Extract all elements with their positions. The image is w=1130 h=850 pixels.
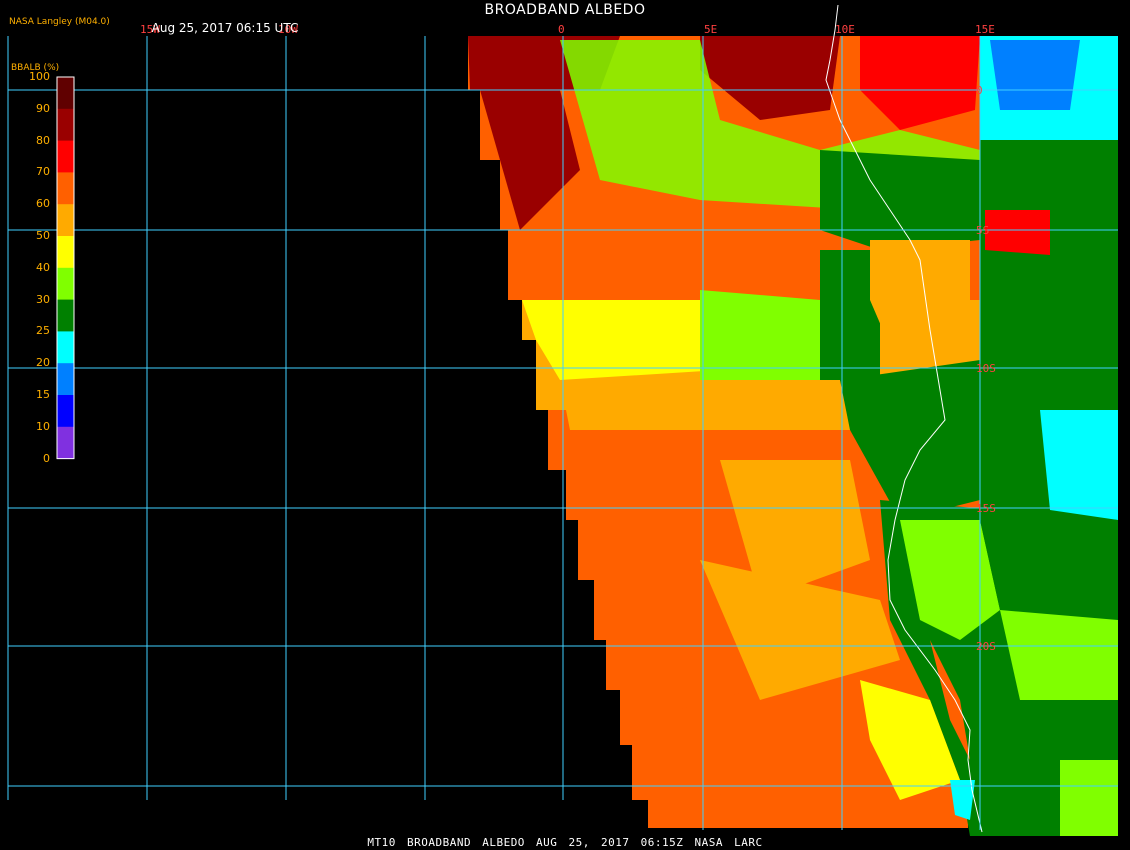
legend-color-bar — [56, 76, 75, 460]
legend-swatch-80 — [57, 140, 74, 173]
legend-tick-label: 10 — [36, 419, 50, 433]
lat-label-0: 0 — [976, 84, 983, 97]
legend-tick-label: 50 — [36, 229, 50, 242]
legend-tick-label: 40 — [36, 260, 50, 274]
lon-label-15e: 15E — [975, 23, 995, 36]
legend-swatch-100 — [57, 77, 74, 110]
legend-tick-label: 20 — [36, 356, 50, 370]
legend-tick-label: 0 — [43, 451, 50, 465]
legend-swatch-90 — [57, 108, 74, 142]
legend-tick-label: 90 — [36, 101, 50, 115]
map-title: BROADBAND ALBEDO — [484, 2, 646, 18]
provider-label: NASA Langley (M04.0) — [9, 17, 110, 27]
legend-tick-label: 25 — [36, 324, 50, 338]
lat-label-15s: 15S — [976, 502, 996, 515]
legend-swatch-20 — [57, 363, 74, 396]
legend-swatch-10 — [57, 426, 74, 460]
legend-tick-label: 100 — [29, 70, 50, 83]
legend-swatch-15 — [57, 395, 74, 428]
albedo-map: 15W 10W 0 5E 10E 15E 0 5S 10S 15S 20S — [0, 0, 1130, 850]
lat-label-20s: 20S — [976, 640, 996, 653]
legend-tick-label: 80 — [36, 133, 50, 147]
footer-caption: MT10 BROADBAND ALBEDO AUG 25, 2017 06:15… — [367, 836, 763, 849]
legend-tick-label: 15 — [36, 388, 50, 401]
legend-swatch-30 — [57, 299, 74, 332]
lat-label-5s: 5S — [976, 224, 989, 237]
legend-swatch-40 — [57, 267, 74, 301]
legend-tick-label: 60 — [36, 197, 50, 211]
map-timestamp: Aug 25, 2017 06:15 UTC — [151, 21, 299, 35]
legend-tick-label: 70 — [36, 165, 50, 179]
lat-label-10s: 10S — [976, 362, 996, 375]
legend-swatch-50 — [57, 236, 74, 269]
legend-swatch-70 — [57, 172, 74, 205]
legend-swatch-60 — [57, 204, 74, 237]
legend-tick-label: 30 — [36, 292, 50, 306]
lon-label-10e: 10E — [835, 23, 855, 36]
legend-swatch-25 — [57, 331, 74, 364]
